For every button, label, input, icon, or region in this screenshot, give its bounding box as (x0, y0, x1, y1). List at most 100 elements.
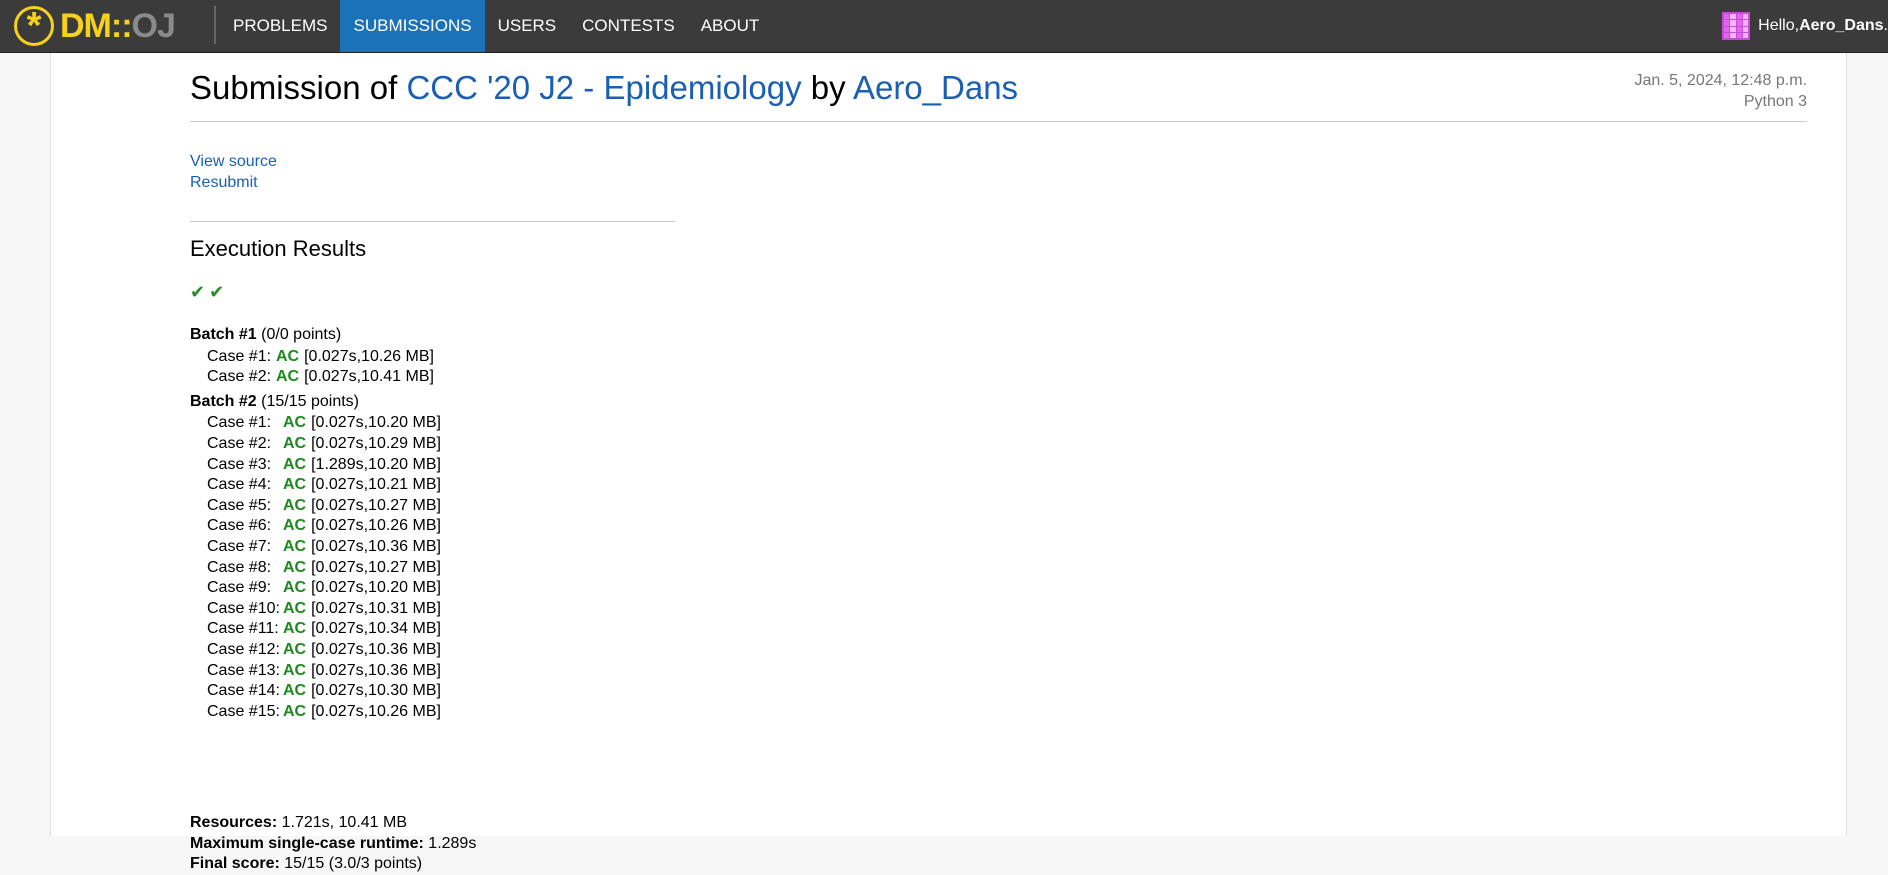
case-detail: [1.289s,10.20 MB] (311, 455, 441, 473)
case-label: Case #1: (207, 347, 272, 365)
logo-text: DM::OJ (60, 6, 176, 46)
content-panel: Submission of CCC '20 J2 - Epidemiology … (50, 53, 1847, 872)
case-label: Case #4: (207, 476, 272, 494)
resubmit-link[interactable]: Resubmit (190, 172, 277, 193)
case-label: Case #5: (207, 496, 272, 514)
case-detail: [0.027s,10.30 MB] (311, 682, 441, 700)
case-row: Case #2: AC [0.027s,10.41 MB] (207, 367, 441, 388)
case-label: Case #12: (207, 640, 280, 658)
execution-summary: Resources: 1.721s, 10.41 MB Maximum sing… (190, 813, 476, 875)
case-label: Case #6: (207, 517, 272, 535)
case-status: AC (283, 682, 307, 700)
batch-points: (15/15 points) (256, 392, 359, 410)
case-row: Case #1: AC [0.027s,10.20 MB] (207, 413, 441, 434)
case-list: Case #1: AC [0.027s,10.26 MB] Case #2: AC [0… (207, 347, 441, 388)
case-row: Case #13: AC [0.027s,10.36 MB] (207, 661, 441, 682)
username[interactable]: Aero_Dans (1799, 17, 1883, 35)
divider (190, 221, 675, 222)
case-detail: [0.027s,10.27 MB] (311, 496, 441, 514)
case-row: Case #1: AC [0.027s,10.26 MB] (207, 347, 441, 368)
batch-1: Batch #1 (0/0 points) Case #1: AC [0.027s,… (190, 325, 441, 388)
case-status: AC (283, 579, 307, 597)
batch-check-icons: ✔✔ (190, 282, 229, 302)
case-row: Case #10: AC [0.027s,10.31 MB] (207, 599, 441, 620)
case-detail: [0.027s,10.31 MB] (311, 599, 441, 617)
title-prefix: Submission of (190, 69, 407, 106)
top-navbar: * DM::OJ PROBLEMS SUBMISSIONS USERS CONT… (0, 0, 1888, 53)
view-source-link[interactable]: View source (190, 151, 277, 172)
page-title: Submission of CCC '20 J2 - Epidemiology … (190, 69, 1018, 107)
case-label: Case #15: (207, 702, 280, 720)
site-logo[interactable]: * DM::OJ (14, 4, 176, 48)
case-label: Case #2: (207, 434, 272, 452)
greeting-text: Hello, (1758, 17, 1800, 34)
case-detail: [0.027s,10.36 MB] (311, 537, 441, 555)
case-row: Case #8: AC [0.027s,10.27 MB] (207, 558, 441, 579)
case-label: Case #13: (207, 661, 280, 679)
case-status: AC (276, 347, 300, 365)
batch-header: Batch #2 (15/15 points) (190, 392, 441, 413)
case-list: Case #1: AC [0.027s,10.20 MB] Case #2: AC [0… (207, 413, 441, 722)
case-status: AC (283, 640, 307, 658)
case-status: AC (283, 496, 307, 514)
title-row: Submission of CCC '20 J2 - Epidemiology … (190, 53, 1807, 122)
user-menu[interactable]: Hello, Aero_Dans. (1722, 0, 1888, 52)
case-detail: [0.027s,10.26 MB] (311, 517, 441, 535)
case-status: AC (283, 517, 307, 535)
logo-asterisk-icon: * (14, 6, 54, 46)
case-row: Case #5: AC [0.027s,10.27 MB] (207, 496, 441, 517)
execution-results: Batch #1 (0/0 points) Case #1: AC [0.027s,… (190, 325, 441, 726)
case-row: Case #9: AC [0.027s,10.20 MB] (207, 578, 441, 599)
nav-problems[interactable]: PROBLEMS (220, 0, 340, 52)
resources-line: Resources: 1.721s, 10.41 MB (190, 813, 476, 834)
nav-users[interactable]: USERS (485, 0, 570, 52)
final-score-label: Final score: (190, 855, 280, 873)
case-row: Case #15: AC [0.027s,10.26 MB] (207, 702, 441, 723)
submission-language: Python 3 (1743, 93, 1807, 110)
case-status: AC (283, 434, 307, 452)
case-status: AC (283, 414, 307, 432)
nav-about[interactable]: ABOUT (688, 0, 773, 52)
nav-submissions[interactable]: SUBMISSIONS (340, 0, 485, 52)
logo-dm: DM (60, 6, 112, 45)
case-row: Case #11: AC [0.027s,10.34 MB] (207, 619, 441, 640)
avatar[interactable] (1722, 12, 1751, 40)
final-score-value: 15/15 (3.0/3 points) (279, 855, 423, 873)
case-status: AC (283, 476, 307, 494)
user-link[interactable]: Aero_Dans (853, 69, 1018, 106)
max-runtime-value: 1.289s (423, 834, 477, 852)
case-row: Case #14: AC [0.027s,10.30 MB] (207, 681, 441, 702)
max-runtime-label: Maximum single-case runtime: (190, 834, 424, 852)
main-content: Submission of CCC '20 J2 - Epidemiology … (190, 53, 1807, 872)
case-status: AC (283, 558, 307, 576)
logo-oj: OJ (131, 6, 176, 45)
case-status: AC (283, 455, 307, 473)
case-row: Case #6: AC [0.027s,10.26 MB] (207, 516, 441, 537)
case-label: Case #8: (207, 558, 272, 576)
case-status: AC (283, 661, 307, 679)
case-detail: [0.027s,10.20 MB] (311, 414, 441, 432)
batch-name: Batch #1 (190, 326, 257, 343)
case-label: Case #3: (207, 455, 272, 473)
title-by: by (801, 69, 853, 106)
resources-label: Resources: (190, 814, 278, 831)
logo-separator: :: (110, 6, 133, 45)
greeting-end: . (1883, 17, 1888, 34)
case-label: Case #2: (207, 368, 272, 386)
submission-meta: Jan. 5, 2024, 12:48 p.m. Python 3 (1634, 70, 1807, 112)
max-runtime-line: Maximum single-case runtime: 1.289s (190, 834, 476, 855)
case-label: Case #9: (207, 579, 272, 597)
submission-actions: View source Resubmit (190, 151, 277, 193)
case-status: AC (283, 620, 307, 638)
case-detail: [0.027s,10.36 MB] (311, 640, 441, 658)
submission-date: Jan. 5, 2024, 12:48 p.m. (1634, 72, 1807, 89)
nav-contests[interactable]: CONTESTS (569, 0, 688, 52)
execution-results-title: Execution Results (190, 236, 367, 261)
case-detail: [0.027s,10.20 MB] (311, 579, 441, 597)
case-label: Case #7: (207, 537, 272, 555)
case-status: AC (283, 599, 307, 617)
case-row: Case #3: AC [1.289s,10.20 MB] (207, 455, 441, 476)
problem-link[interactable]: CCC '20 J2 - Epidemiology (406, 69, 801, 106)
nav-divider (214, 6, 216, 44)
nav-menu: PROBLEMS SUBMISSIONS USERS CONTESTS ABOU… (220, 0, 772, 52)
